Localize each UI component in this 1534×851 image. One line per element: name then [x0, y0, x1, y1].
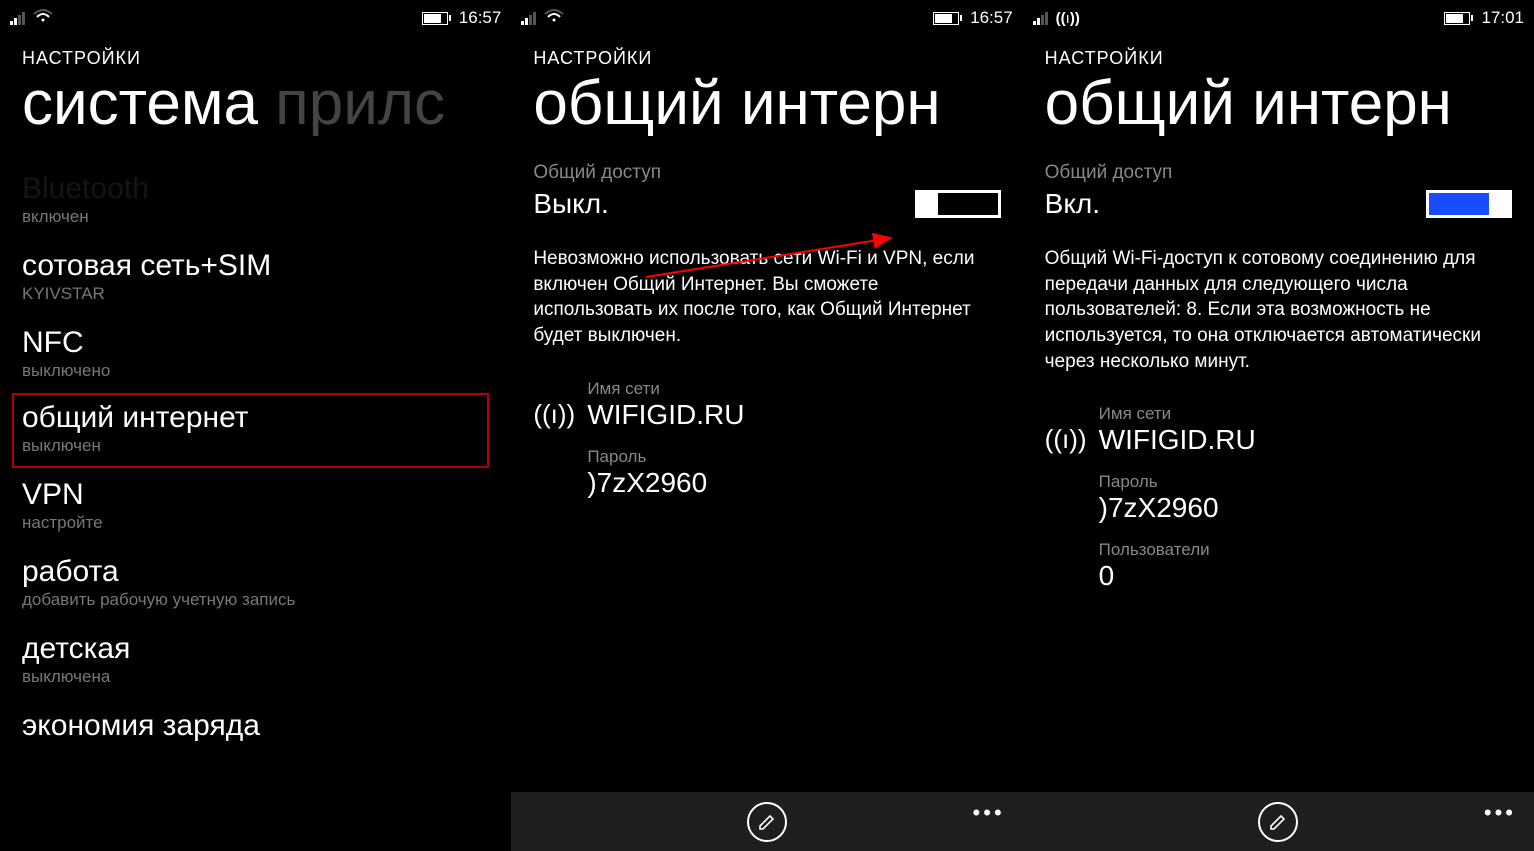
battery-icon — [933, 12, 962, 25]
sharing-toggle[interactable] — [915, 190, 1001, 218]
list-item-bluetooth[interactable]: Bluetooth включен — [22, 162, 489, 239]
password-value: )7zX2960 — [587, 467, 744, 499]
users-count: 0 — [1099, 560, 1256, 592]
sharing-state: Вкл. — [1045, 188, 1100, 220]
clock: 17:01 — [1481, 8, 1524, 28]
edit-button[interactable] — [1258, 802, 1298, 842]
battery-icon — [422, 12, 451, 25]
list-item-battery-saver[interactable]: экономия заряда — [22, 699, 489, 754]
clock: 16:57 — [970, 8, 1013, 28]
sharing-label: Общий доступ — [533, 162, 1000, 184]
network-info[interactable]: ((ı)) Имя сети WIFIGID.RU Пароль )7zX296… — [1045, 404, 1512, 608]
sharing-label: Общий доступ — [1045, 162, 1512, 184]
screen-internet-sharing-off: 16:57 НАСТРОЙКИ общий интерн Общий досту… — [511, 0, 1022, 851]
broadcast-icon: ((ı)) — [1045, 404, 1081, 608]
clock: 16:57 — [459, 8, 502, 28]
password-label: Пароль — [1099, 472, 1256, 492]
page-title: общий интерн — [1045, 71, 1512, 136]
info-text: Общий Wi-Fi-доступ к сотовому соединению… — [1045, 246, 1512, 374]
screen-internet-sharing-on: ((ı)) 17:01 НАСТРОЙКИ общий интерн Общий… — [1023, 0, 1534, 851]
list-item-cellular-sim[interactable]: сотовая сеть+SIM KYIVSTAR — [22, 239, 489, 316]
battery-icon — [1444, 12, 1473, 25]
more-button[interactable]: ••• — [1484, 800, 1516, 826]
section-label: НАСТРОЙКИ — [1045, 48, 1512, 69]
more-button[interactable]: ••• — [973, 800, 1005, 826]
info-text: Невозможно использовать сети Wi-Fi и VPN… — [533, 246, 1000, 349]
network-name-label: Имя сети — [587, 379, 744, 399]
network-name-label: Имя сети — [1099, 404, 1256, 424]
network-name-value: WIFIGID.RU — [587, 399, 744, 431]
status-bar: 16:57 — [511, 0, 1022, 30]
list-item-kids-corner[interactable]: детская выключена — [22, 622, 489, 699]
page-title: общий интерн — [533, 71, 1000, 136]
network-name-value: WIFIGID.RU — [1099, 424, 1256, 456]
edit-button[interactable] — [747, 802, 787, 842]
users-label: Пользователи — [1099, 540, 1256, 560]
screen-settings-system: 16:57 НАСТРОЙКИ система прилс Bluetooth … — [0, 0, 511, 851]
status-bar: 16:57 — [0, 0, 511, 30]
list-item-vpn[interactable]: VPN настройте — [22, 468, 489, 545]
cellular-signal-icon — [1033, 12, 1048, 25]
password-label: Пароль — [587, 447, 744, 467]
cellular-signal-icon — [521, 12, 536, 25]
broadcast-icon: ((ı)) — [533, 379, 569, 515]
cellular-signal-icon — [10, 12, 25, 25]
password-value: )7zX2960 — [1099, 492, 1256, 524]
app-bar: ••• — [1023, 792, 1534, 851]
section-label: НАСТРОЙКИ — [22, 48, 489, 69]
wifi-icon — [33, 8, 53, 28]
list-item-internet-sharing[interactable]: общий интернет выключен — [12, 393, 489, 468]
page-title[interactable]: система прилс — [22, 71, 489, 136]
sharing-toggle[interactable] — [1426, 190, 1512, 218]
app-bar: ••• — [511, 792, 1022, 851]
sharing-state: Выкл. — [533, 188, 608, 220]
wifi-icon — [544, 8, 564, 28]
section-label: НАСТРОЙКИ — [533, 48, 1000, 69]
list-item-workplace[interactable]: работа добавить рабочую учетную запись — [22, 545, 489, 622]
list-item-nfc[interactable]: NFC выключено — [22, 316, 489, 393]
hotspot-icon: ((ı)) — [1056, 10, 1080, 27]
status-bar: ((ı)) 17:01 — [1023, 0, 1534, 30]
network-info[interactable]: ((ı)) Имя сети WIFIGID.RU Пароль )7zX296… — [533, 379, 1000, 515]
